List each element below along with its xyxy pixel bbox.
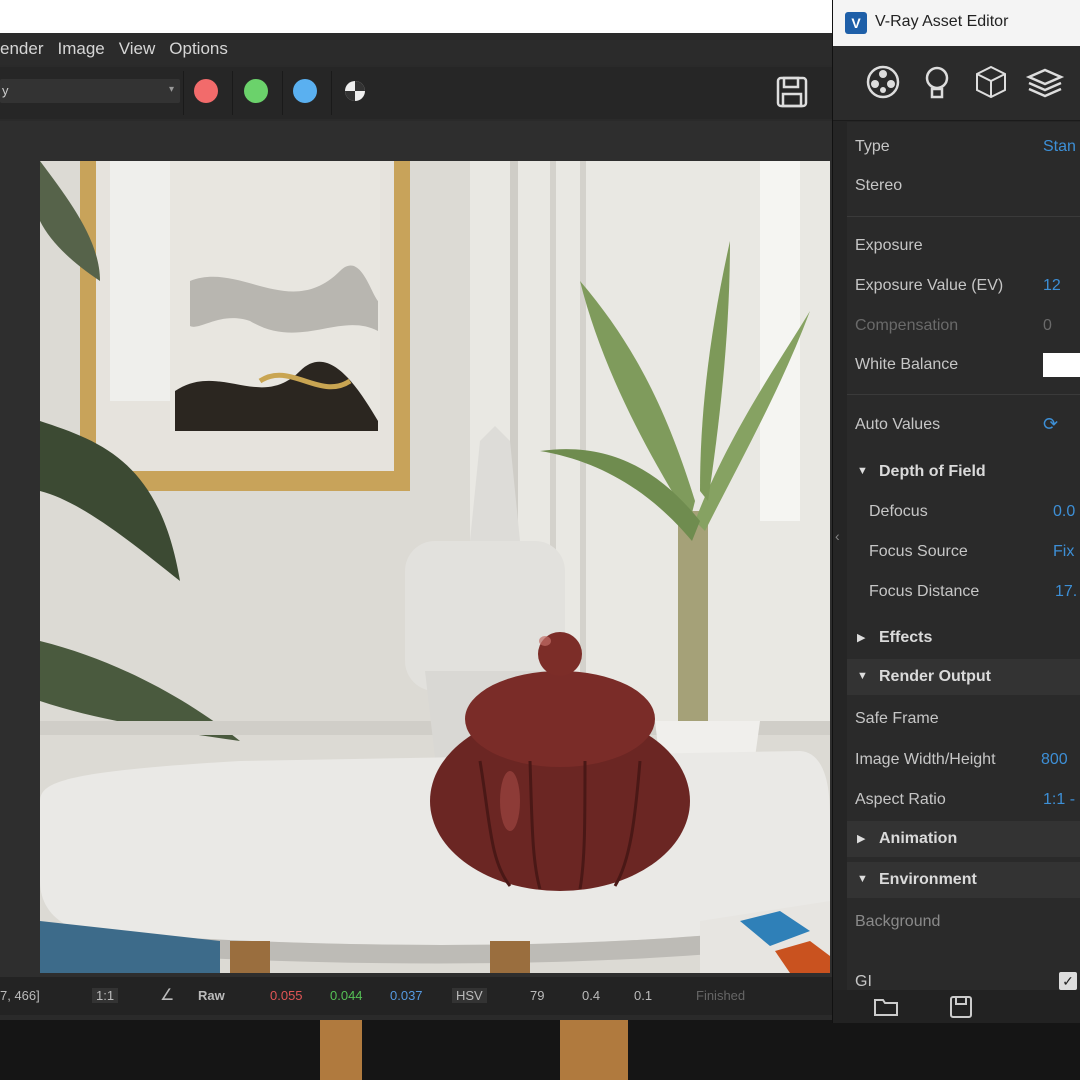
section-effects[interactable]: ▶ Effects [847, 620, 1080, 656]
aspect-ratio-label: Aspect Ratio [855, 791, 946, 808]
green-channel-button[interactable] [244, 79, 268, 103]
render-status: Finished [696, 988, 746, 1003]
type-value[interactable]: Stan [1043, 138, 1076, 156]
triangle-down-icon: ▼ [857, 670, 868, 682]
status-bar: 7, 466] 1:1 ∠ Raw 0.055 0.044 0.037 HSV … [0, 977, 840, 1015]
table-leg [320, 1020, 362, 1080]
table-leg [560, 1020, 628, 1080]
channel-select-value: y [2, 83, 9, 98]
focus-distance-value[interactable]: 17. [1055, 583, 1077, 601]
raw-toggle[interactable]: Raw [198, 988, 225, 1003]
defocus-value[interactable]: 0.0 [1053, 503, 1075, 521]
collapse-arrow-icon[interactable]: ‹ [835, 528, 840, 544]
ev-label: Exposure Value (EV) [855, 277, 1004, 294]
colorspace-select[interactable]: HSV [452, 988, 487, 1003]
vfb-toolbar: y ▾ [0, 67, 840, 119]
exposure-label: Exposure [855, 237, 923, 254]
section-depth-of-field[interactable]: ▼ Depth of Field [847, 454, 1080, 490]
menu-item-options[interactable]: Options [169, 39, 228, 59]
triangle-down-icon: ▼ [857, 873, 868, 885]
white-balance-swatch[interactable] [1043, 353, 1080, 377]
asset-editor-footer [833, 990, 1080, 1023]
chevron-down-icon: ▾ [168, 84, 174, 95]
ev-value[interactable]: 12 [1043, 277, 1061, 295]
triangle-right-icon: ▶ [857, 632, 866, 644]
background-label: Background [855, 913, 941, 930]
zoom-select[interactable]: 1:1 [92, 988, 119, 1003]
open-folder-icon[interactable] [873, 996, 899, 1018]
save-icon[interactable] [949, 995, 973, 1019]
menu-item-view[interactable]: View [119, 39, 156, 59]
type-label: Type [855, 138, 890, 155]
vray-logo-icon: V [845, 12, 867, 34]
vray-frame-buffer-window: ender Image View Options y ▾ 7, 466] 1:1… [0, 33, 840, 1023]
geometry-icon[interactable] [971, 62, 1011, 102]
save-icon[interactable] [775, 75, 809, 109]
stereo-label: Stereo [855, 177, 903, 194]
settings-panel: Type Stan Stereo Exposure Exposure Value… [847, 122, 1080, 990]
pixel-g-value: 0.044 [330, 988, 363, 1003]
render-image[interactable] [40, 161, 830, 973]
hsv-s-value: 0.4 [582, 988, 601, 1003]
image-width-height-label: Image Width/Height [855, 751, 996, 768]
menu-item-image[interactable]: Image [57, 39, 104, 59]
focus-distance-label: Focus Distance [869, 583, 980, 600]
hsv-h-value: 79 [530, 988, 545, 1003]
section-title: Render Output [879, 668, 991, 685]
gi-label: GI [855, 973, 872, 990]
pixel-r-value: 0.055 [270, 988, 303, 1003]
compensation-label: Compensation [855, 317, 959, 334]
divider [847, 394, 1080, 395]
section-animation[interactable]: ▶ Animation [847, 821, 1080, 857]
refresh-icon[interactable]: ⟳ [1043, 414, 1058, 435]
menu-item-render[interactable]: ender [0, 39, 43, 59]
defocus-label: Defocus [869, 503, 928, 520]
image-width-height-value[interactable]: 800 [1041, 751, 1068, 769]
divider [847, 216, 1080, 217]
section-render-output[interactable]: ▼ Render Output [847, 659, 1080, 695]
pixel-b-value: 0.037 [390, 988, 423, 1003]
auto-values-label: Auto Values [855, 416, 941, 433]
render-canvas-area [0, 121, 840, 1007]
materials-icon[interactable] [863, 62, 903, 102]
pixel-coords: 7, 466] [0, 988, 40, 1003]
background-scene-strip [0, 1020, 1080, 1080]
channel-select[interactable]: y ▾ [0, 79, 180, 103]
asset-editor-tabs [833, 46, 1080, 121]
divider [331, 71, 332, 115]
divider [183, 71, 184, 115]
window-title: V-Ray Asset Editor [875, 13, 1009, 30]
red-channel-button[interactable] [194, 79, 218, 103]
layers-icon[interactable] [1025, 62, 1065, 102]
triangle-right-icon: ▶ [857, 833, 866, 845]
focus-source-value[interactable]: Fix [1053, 543, 1074, 561]
section-title: Depth of Field [879, 463, 986, 480]
alpha-channel-icon[interactable] [343, 79, 367, 103]
asset-editor-window: V V-Ray Asset Editor ‹ Type Stan Stereo … [832, 0, 1080, 1023]
focus-source-label: Focus Source [869, 543, 968, 560]
section-environment[interactable]: ▼ Environment [847, 862, 1080, 898]
gi-checkbox[interactable]: ✓ [1059, 972, 1077, 990]
aspect-ratio-value[interactable]: 1:1 - [1043, 791, 1075, 809]
section-title: Effects [879, 629, 933, 646]
lights-icon[interactable] [917, 62, 957, 102]
triangle-down-icon: ▼ [857, 465, 868, 477]
section-title: Animation [879, 830, 958, 847]
curve-icon[interactable]: ∠ [160, 985, 174, 1005]
divider [282, 71, 283, 115]
section-title: Environment [879, 871, 977, 888]
menu-bar: ender Image View Options [0, 33, 840, 65]
blue-channel-button[interactable] [293, 79, 317, 103]
hsv-v-value: 0.1 [634, 988, 653, 1003]
divider [232, 71, 233, 115]
asset-editor-titlebar: V V-Ray Asset Editor [833, 0, 1080, 46]
white-balance-label: White Balance [855, 356, 959, 373]
safe-frame-label: Safe Frame [855, 710, 939, 727]
compensation-value[interactable]: 0 [1043, 317, 1052, 335]
